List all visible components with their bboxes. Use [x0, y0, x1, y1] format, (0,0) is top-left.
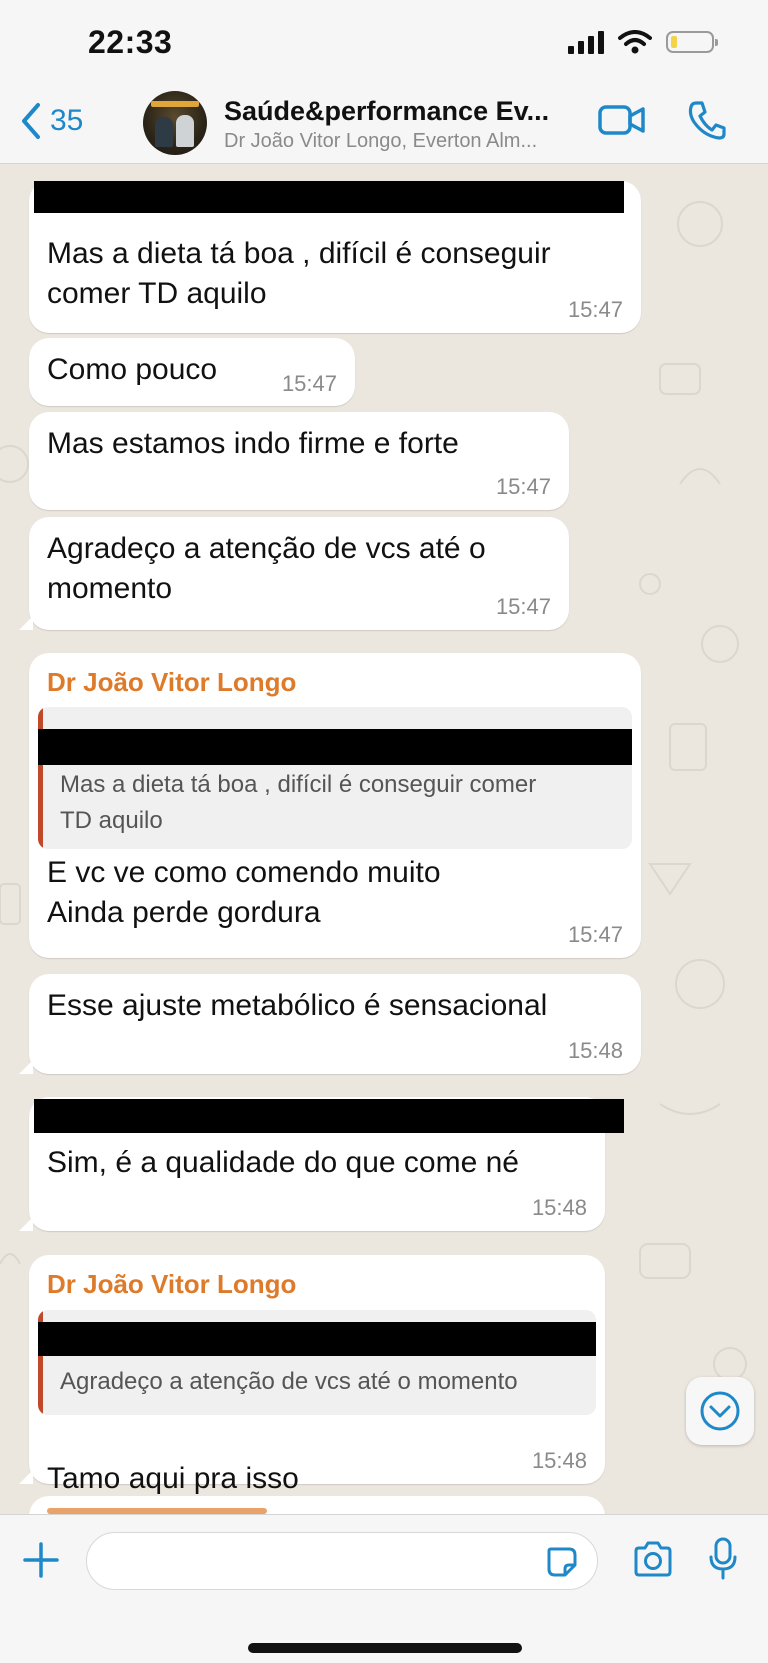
video-call-icon[interactable]: [598, 104, 646, 136]
chat-title[interactable]: Saúde&performance Ev...: [224, 96, 549, 127]
message-input[interactable]: [86, 1532, 598, 1590]
message-text: Mas a dieta tá boa , difícil é conseguir…: [47, 237, 551, 310]
message-time: 15:48: [567, 1038, 623, 1063]
redacted-block: [38, 1322, 596, 1356]
message-text: E vc ve como comendo muito Ainda perde g…: [47, 856, 441, 929]
phone-icon[interactable]: [688, 100, 726, 140]
message-text: Mas estamos indo firme e forte: [47, 427, 459, 460]
message-text: Agradeço a atenção de vcs até o momento: [47, 532, 486, 605]
signal-icon: [568, 30, 604, 54]
sender-name[interactable]: Dr João Vitor Longo: [47, 1269, 296, 1300]
message-time: 15:47: [567, 922, 623, 947]
redacted-block: [34, 1099, 624, 1133]
message-time: 15:47: [495, 594, 551, 619]
redacted-block: [38, 729, 632, 765]
message-bubble[interactable]: Dr João Vitor Longo Mas a dieta tá boa ,…: [29, 653, 641, 958]
message-text: Como pouco: [47, 353, 218, 386]
message-bubble[interactable]: Mas a dieta tá boa , difícil é conseguir…: [29, 181, 641, 333]
message-bubble[interactable]: Mas estamos indo firme e forte 15:47: [29, 412, 569, 510]
bubble-tail: [19, 1217, 33, 1231]
message-time: 15:48: [531, 1195, 587, 1220]
top-bar: 22:33 35 Saúde&performance Ev... Dr João…: [0, 0, 768, 164]
message-bubble-partial[interactable]: [29, 1496, 605, 1514]
message-text-content: Tamo aqui pra isso: [47, 1462, 299, 1495]
quoted-text: Agradeço a atenção de vcs até o momento: [60, 1368, 518, 1395]
sticker-icon[interactable]: [545, 1545, 579, 1579]
camera-icon[interactable]: [632, 1541, 674, 1577]
battery-icon: [666, 31, 718, 53]
wifi-icon: [618, 30, 652, 54]
message-bubble[interactable]: Esse ajuste metabólico é sensacional 15:…: [19, 974, 641, 1074]
message-list[interactable]: Mas a dieta tá boa , difícil é conseguir…: [0, 164, 768, 1514]
status-time: 22:33: [88, 24, 173, 60]
unread-count: 35: [50, 104, 84, 137]
scroll-to-bottom-button[interactable]: [686, 1377, 754, 1445]
quoted-message[interactable]: Agradeço a atenção de vcs até o momento: [38, 1310, 596, 1415]
message-time: 15:47: [281, 371, 337, 396]
message-bubble[interactable]: Agradeço a atenção de vcs até o momento …: [19, 517, 569, 630]
scroll-down-icon: [700, 1391, 740, 1431]
composer-bar: [0, 1514, 768, 1663]
message-time: 15:48: [531, 1448, 587, 1473]
plus-icon[interactable]: [22, 1541, 60, 1579]
message-bubble[interactable]: Como pouco 15:47: [29, 338, 355, 406]
bubble-tail: [19, 616, 33, 630]
message-text: Esse ajuste metabólico é sensacional: [47, 989, 548, 1022]
home-indicator: [248, 1643, 522, 1653]
message-bubble[interactable]: Sim, é a qualidade do que come né 15:48: [19, 1097, 624, 1231]
quoted-text: Mas a dieta tá boa , difícil é conseguir…: [60, 771, 537, 834]
message-text: Sim, é a qualidade do que come né: [47, 1146, 519, 1179]
chat-participants[interactable]: Dr João Vitor Longo, Everton Alm...: [224, 130, 537, 153]
message-time: 15:47: [567, 297, 623, 322]
message-bubble[interactable]: Dr João Vitor Longo Agradeço a atenção d…: [19, 1255, 605, 1514]
back-button[interactable]: 35: [20, 101, 83, 141]
group-avatar[interactable]: [143, 91, 207, 155]
status-icons: [568, 30, 718, 54]
bubble-tail: [19, 1470, 33, 1484]
message-time: 15:47: [495, 474, 551, 499]
bubble-tail: [19, 1060, 33, 1074]
back-chevron-icon: [22, 103, 40, 139]
redacted-block: [34, 181, 624, 213]
quoted-message[interactable]: Mas a dieta tá boa , difícil é conseguir…: [38, 707, 632, 849]
microphone-icon[interactable]: [708, 1537, 738, 1581]
sender-name[interactable]: Dr João Vitor Longo: [47, 667, 296, 698]
